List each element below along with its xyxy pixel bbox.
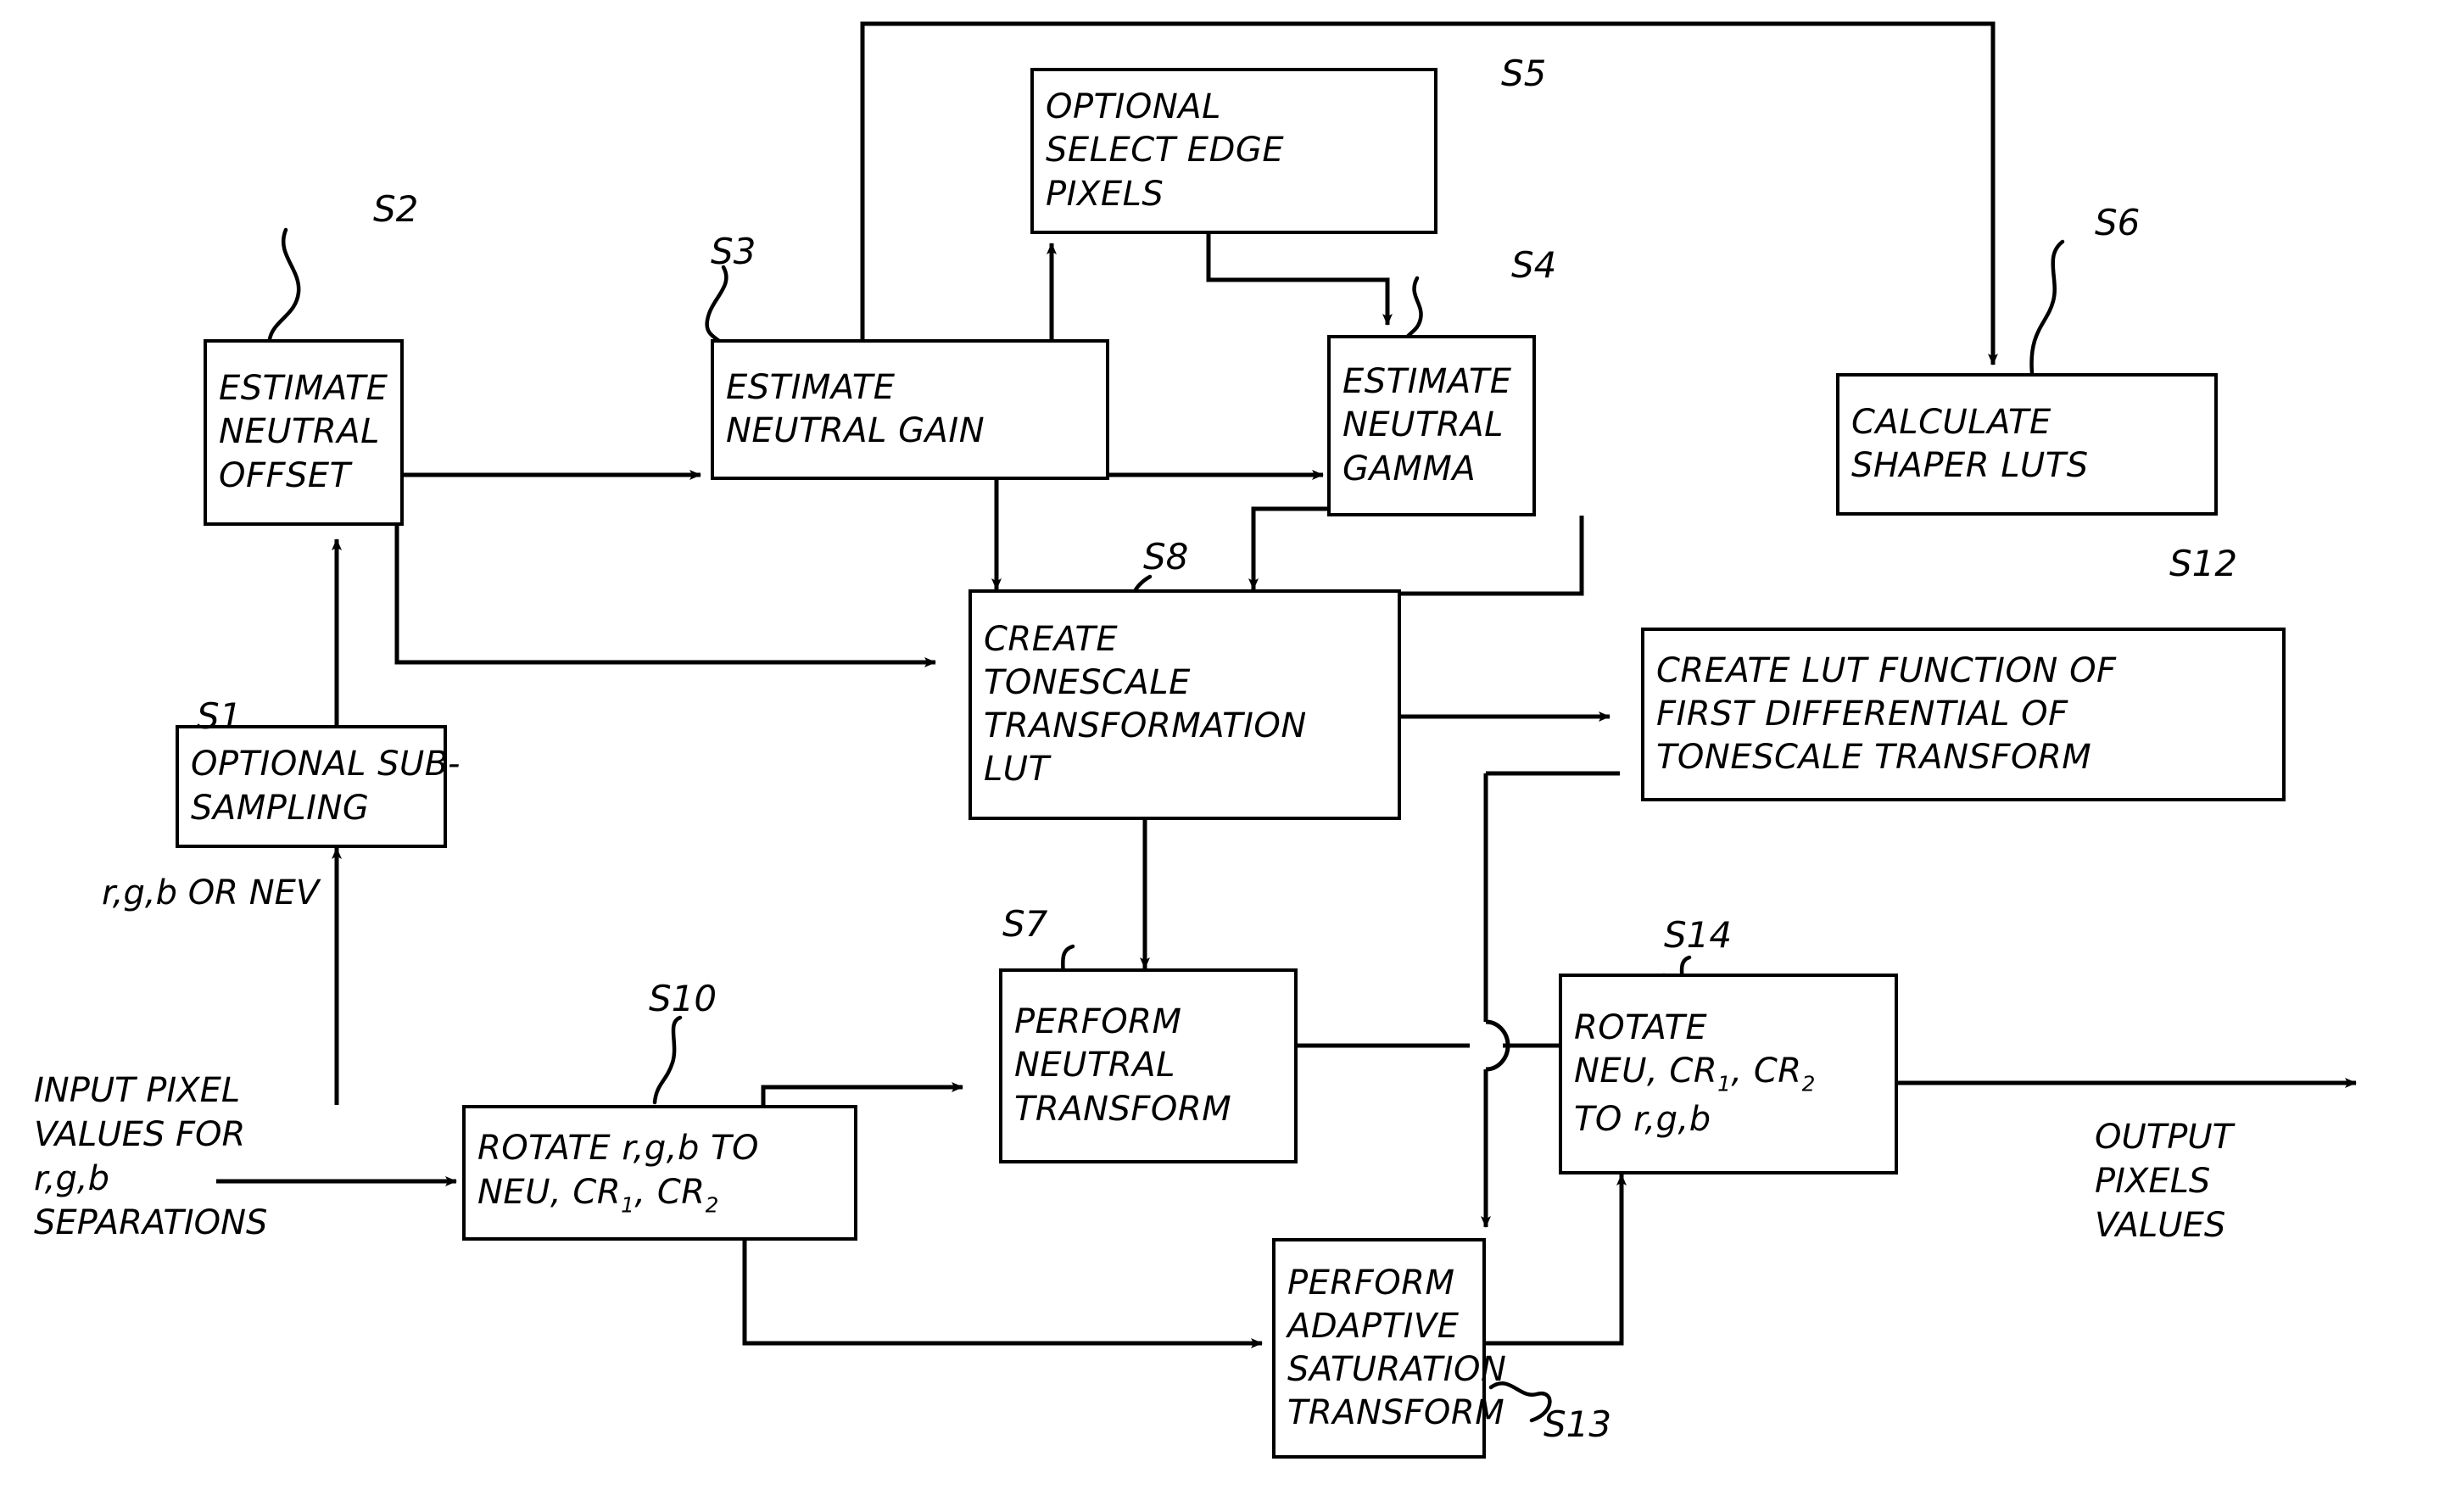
node-s10-subscript-1: 1 — [621, 1191, 635, 1217]
node-s14-subscript-1: 1 — [1717, 1071, 1732, 1096]
node-s12-line-2: FIRST DIFFERENTIAL OF — [1656, 694, 2068, 734]
node-estimate-neutral-gamma[interactable]: ESTIMATE NEUTRAL GAMMA — [1327, 335, 1536, 516]
node-s4-line-1: ESTIMATE — [1343, 362, 1512, 402]
node-s8-line-1: CREATE — [984, 619, 1119, 659]
node-s12-line-1: CREATE LUT FUNCTION OF — [1656, 650, 2117, 690]
node-s5-line-3: PIXELS — [1046, 174, 1164, 214]
step-label-s2: S2 — [373, 188, 419, 230]
node-perform-neutral-transform[interactable]: PERFORM NEUTRAL TRANSFORM — [999, 968, 1298, 1163]
node-s7-line-2: NEUTRAL — [1014, 1046, 1175, 1085]
node-create-lut-function-first-differential[interactable]: CREATE LUT FUNCTION OF FIRST DIFFERENTIA… — [1641, 628, 2286, 801]
step-label-s13: S13 — [1543, 1403, 1612, 1445]
node-s10-line2-pre: NEU, CR — [477, 1172, 622, 1212]
node-s5-line-2: SELECT EDGE — [1046, 131, 1285, 170]
node-s2-line-3: OFFSET — [219, 455, 351, 495]
node-s14-line-2: NEU, CR1, CR2 — [1574, 1050, 1816, 1097]
node-s14-subscript-2: 2 — [1801, 1071, 1816, 1096]
flowchart-figure: OPTIONAL SUB- SAMPLING ESTIMATE NEUTRAL … — [0, 0, 2445, 1512]
node-s12-line-3: TONESCALE TRANSFORM — [1656, 738, 2092, 778]
node-s7-line-1: PERFORM — [1014, 1002, 1182, 1042]
node-s10-line-1: ROTATE r,g,b TO — [477, 1129, 760, 1169]
label-output-line-3: VALUES — [2095, 1206, 2226, 1245]
node-s10-subscript-2: 2 — [705, 1191, 719, 1217]
step-label-s7: S7 — [1002, 903, 1048, 945]
node-s8-line-2: TONESCALE — [984, 662, 1191, 702]
step-label-s8: S8 — [1143, 536, 1189, 577]
node-s7-line-3: TRANSFORM — [1014, 1089, 1232, 1129]
node-optional-sub-sampling[interactable]: OPTIONAL SUB- SAMPLING — [176, 725, 460, 848]
step-label-s1: S1 — [197, 695, 243, 737]
node-perform-adaptive-saturation-transform[interactable]: PERFORM ADAPTIVE SATURATION TRANSFORM — [1272, 1238, 1506, 1459]
node-s2-line-2: NEUTRAL — [219, 412, 380, 452]
node-s13-line-3: SATURATION — [1287, 1350, 1507, 1389]
node-s4-line-2: NEUTRAL — [1343, 405, 1504, 445]
label-output-stream: OUTPUT PIXELS VALUES — [2095, 1115, 2233, 1247]
node-s2-line-1: ESTIMATE — [219, 369, 388, 409]
step-label-s3: S3 — [711, 231, 756, 272]
node-s14-line2-pre: NEU, CR — [1574, 1052, 1718, 1091]
label-input-line-1: INPUT PIXEL — [34, 1071, 241, 1110]
node-s4-line-3: GAMMA — [1343, 449, 1476, 488]
node-estimate-neutral-offset[interactable]: ESTIMATE NEUTRAL OFFSET — [204, 339, 404, 526]
node-s5-line-1: OPTIONAL — [1046, 87, 1221, 127]
step-label-s14: S14 — [1664, 914, 1733, 956]
step-label-s6: S6 — [2095, 202, 2141, 243]
leader-s3 — [705, 265, 728, 349]
edge-s10-to-s7 — [761, 1082, 963, 1105]
step-label-s4: S4 — [1511, 244, 1557, 286]
node-s1-line-1: OPTIONAL SUB- — [191, 745, 461, 784]
step-label-s5: S5 — [1501, 53, 1547, 94]
label-input-line-3: r,g,b — [34, 1159, 109, 1198]
leader-s10 — [652, 1015, 683, 1105]
node-s3-line-1: ESTIMATE — [726, 367, 896, 407]
node-calculate-shaper-luts[interactable]: CALCULATE SHAPER LUTS — [1836, 373, 2218, 516]
label-input-line-2: VALUES FOR — [34, 1115, 246, 1154]
edge-s13-to-s14 — [1482, 1174, 1627, 1346]
label-input-stream: INPUT PIXEL VALUES FOR r,g,b SEPARATIONS — [34, 1068, 267, 1245]
node-optional-select-edge-pixels[interactable]: OPTIONAL SELECT EDGE PIXELS — [1030, 68, 1437, 234]
edge-s2-to-s8 — [394, 526, 936, 667]
leader-s2 — [267, 227, 301, 342]
node-rotate-neu-to-rgb[interactable]: ROTATE NEU, CR1, CR2 TO r,g,b — [1559, 974, 1898, 1174]
label-output-line-2: PIXELS — [2095, 1162, 2211, 1201]
node-s13-line-2: ADAPTIVE — [1287, 1306, 1460, 1346]
node-s3-line-2: NEUTRAL GAIN — [726, 411, 985, 450]
node-s14-line-3: TO r,g,b — [1574, 1099, 1711, 1139]
node-s14-line2-mid: , CR — [1731, 1052, 1802, 1091]
step-label-s12: S12 — [2169, 543, 2238, 584]
leader-s4 — [1403, 276, 1423, 343]
edge-s5-to-s4 — [1206, 233, 1393, 326]
node-s14-line-1: ROTATE — [1574, 1008, 1708, 1048]
edge-s4-bottomleft-stub — [1251, 506, 1327, 522]
node-estimate-neutral-gain[interactable]: ESTIMATE NEUTRAL GAIN — [711, 339, 1109, 480]
label-input-line-4: SEPARATIONS — [34, 1203, 268, 1242]
node-s13-line-1: PERFORM — [1287, 1263, 1455, 1303]
node-s8-line-4: LUT — [984, 750, 1050, 789]
node-rotate-rgb-to-neu[interactable]: ROTATE r,g,b TO NEU, CR1, CR2 — [462, 1105, 857, 1241]
node-s1-line-2: SAMPLING — [191, 788, 370, 828]
label-output-line-1: OUTPUT — [2095, 1118, 2234, 1157]
step-label-s10: S10 — [649, 978, 717, 1019]
node-s6-line-1: CALCULATE — [1851, 402, 2051, 442]
edge-s10-to-s13 — [742, 1240, 1263, 1348]
node-s10-line-2: NEU, CR1, CR2 — [477, 1171, 719, 1219]
node-s10-line2-mid: , CR — [634, 1172, 706, 1212]
node-s6-line-2: SHAPER LUTS — [1851, 446, 2089, 485]
label-input-source: r,g,b OR NEV — [102, 873, 320, 912]
node-s8-line-3: TRANSFORMATION — [984, 706, 1307, 745]
node-s13-line-4: TRANSFORM — [1287, 1393, 1505, 1433]
leader-s6 — [2029, 239, 2065, 376]
node-create-tonescale-transformation-lut[interactable]: CREATE TONESCALE TRANSFORMATION LUT — [969, 589, 1401, 820]
